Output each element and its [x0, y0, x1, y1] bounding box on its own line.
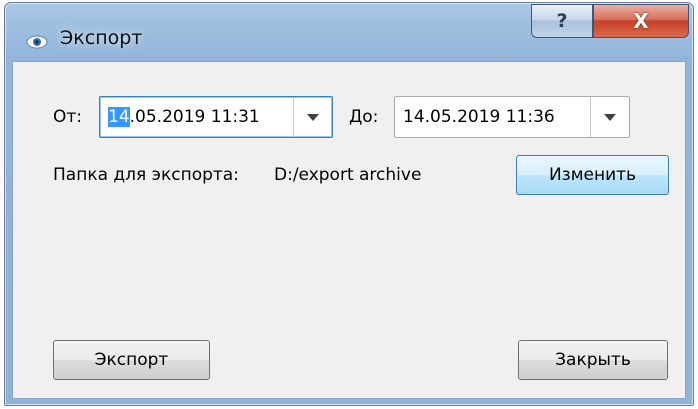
dropdown-arrow-icon — [307, 113, 319, 121]
change-folder-button[interactable]: Изменить — [516, 155, 669, 195]
export-folder-path: D:/export archive — [274, 165, 422, 185]
help-button[interactable]: ? — [531, 4, 593, 38]
from-datetime-value[interactable]: 14.05.2019 11:31 — [108, 107, 260, 127]
dropdown-arrow-icon — [604, 113, 616, 121]
dialog-client-area: От: 14.05.2019 11:31 До: 14.05.2019 11:3… — [12, 61, 686, 399]
to-datetime-combo[interactable]: 14.05.2019 11:36 — [394, 96, 630, 138]
question-icon: ? — [556, 10, 568, 32]
close-button[interactable]: Закрыть — [518, 340, 668, 380]
to-dropdown-button[interactable] — [590, 97, 629, 137]
close-window-button[interactable]: X — [593, 4, 689, 38]
from-datetime-rest: .05.2019 11:31 — [129, 107, 260, 127]
close-x-icon: X — [633, 9, 649, 33]
window-title: Экспорт — [60, 27, 143, 49]
title-bar[interactable]: Экспорт ? X — [5, 3, 693, 63]
from-datetime-combo[interactable]: 14.05.2019 11:31 — [99, 96, 333, 138]
to-label: До: — [349, 107, 379, 127]
app-eye-icon — [26, 35, 48, 49]
from-dropdown-button[interactable] — [293, 97, 332, 137]
export-dialog: Экспорт ? X От: 14.05.2019 11:31 До: 14.… — [4, 2, 694, 406]
export-folder-label: Папка для экспорта: — [53, 165, 239, 185]
to-datetime-value[interactable]: 14.05.2019 11:36 — [403, 107, 555, 127]
from-label: От: — [53, 107, 83, 127]
from-day-selection: 14 — [108, 107, 130, 127]
export-button[interactable]: Экспорт — [53, 340, 210, 380]
